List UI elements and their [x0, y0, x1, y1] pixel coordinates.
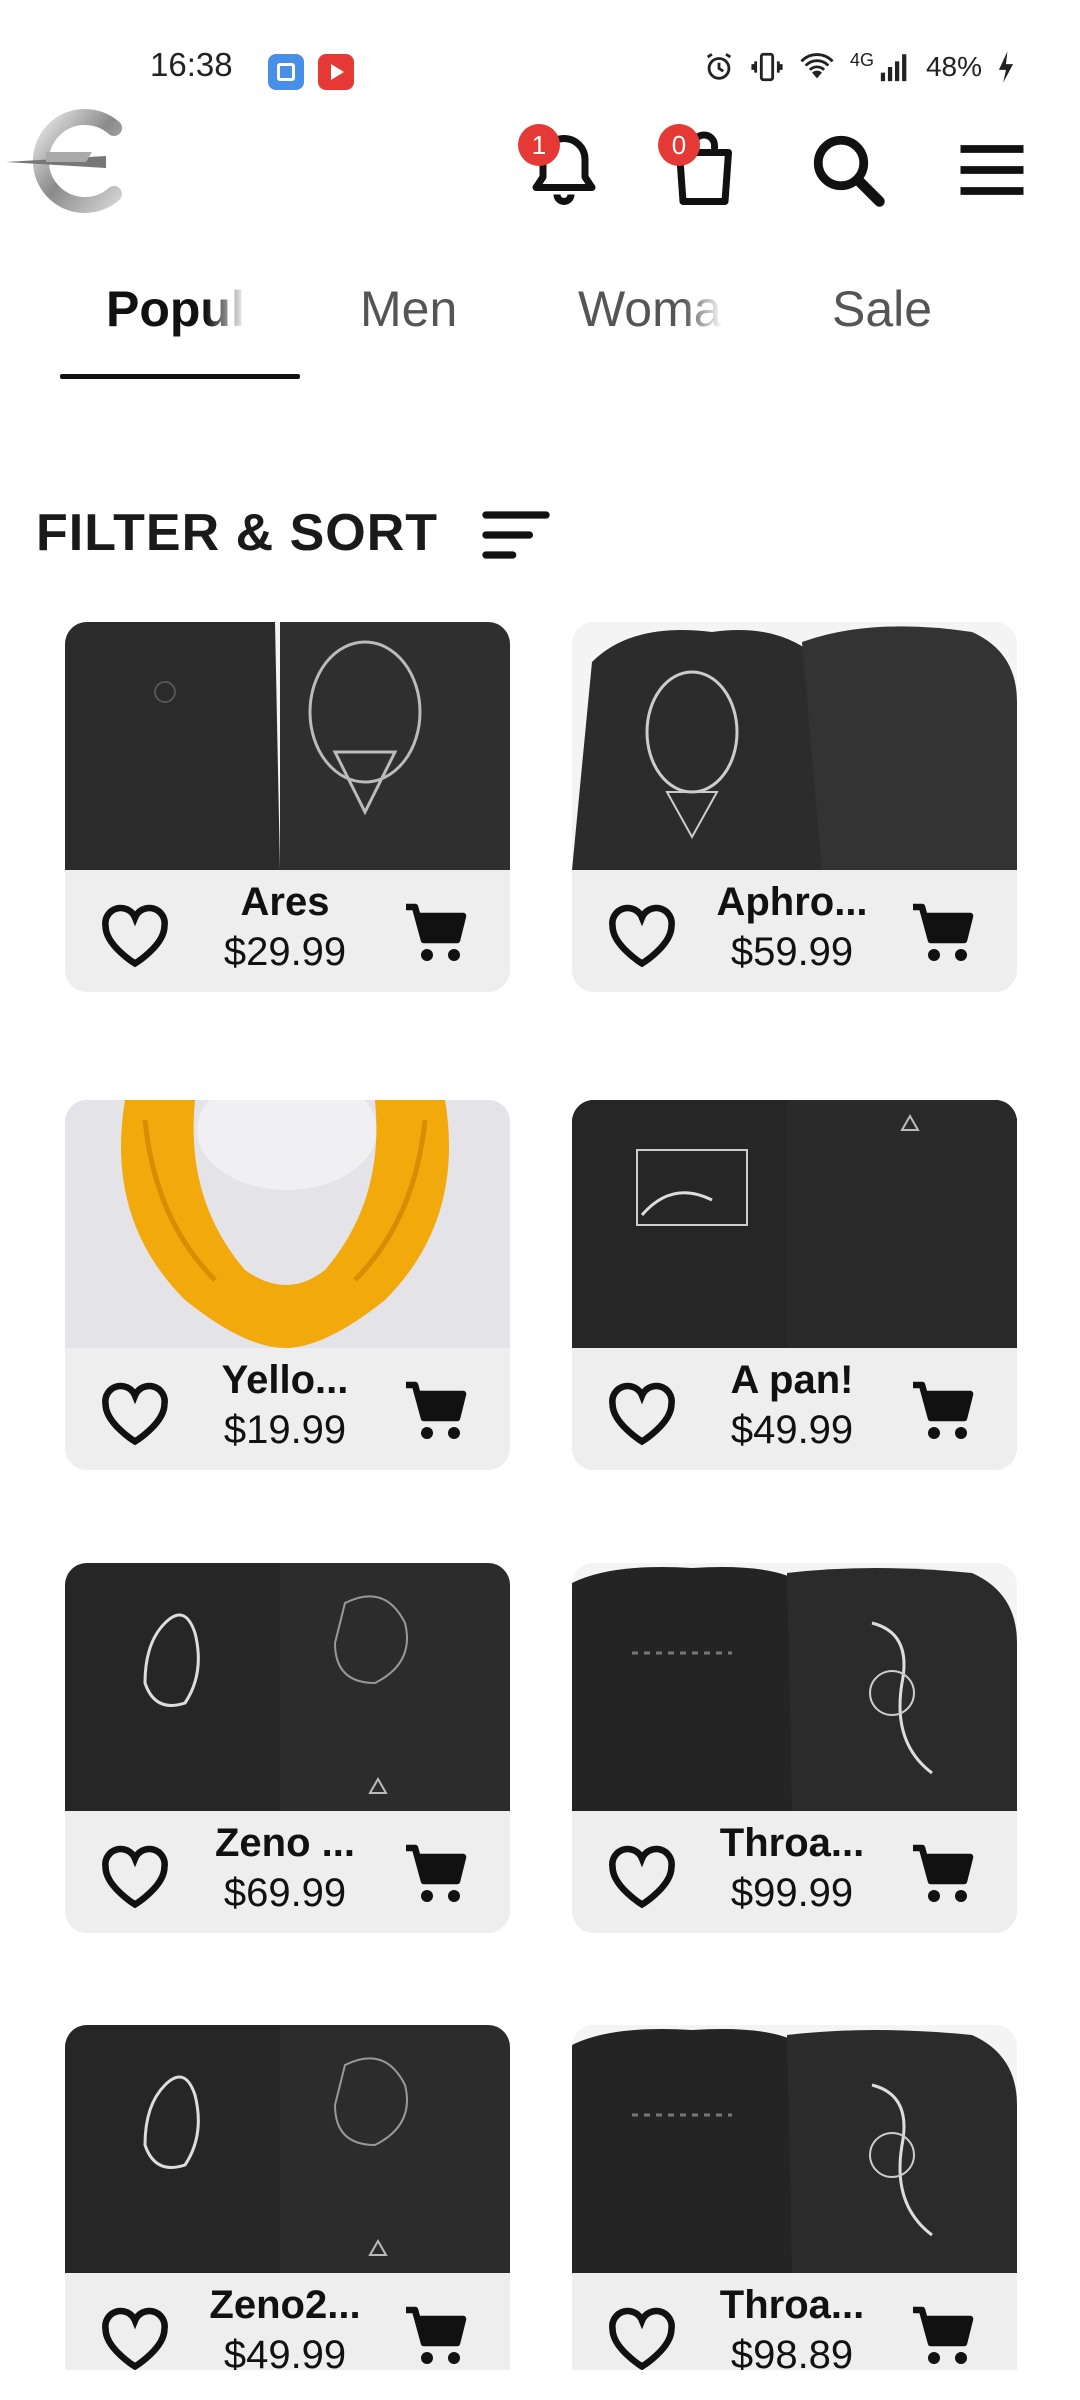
- product-name: Zeno2...: [209, 2283, 361, 2327]
- product-price: $69.99: [223, 1871, 347, 1915]
- product-card[interactable]: Throa... $99.99: [572, 1563, 1017, 1933]
- product-price: $19.99: [223, 1408, 347, 1452]
- product-info-bar: Ares $29.99: [65, 870, 510, 992]
- product-info-bar: Aphro... $59.99: [572, 870, 1017, 992]
- product-name: Ares: [240, 880, 330, 924]
- heart-icon[interactable]: [602, 1376, 682, 1448]
- product-grid: Ares $29.99 Aphro... $59.99 Yello... $19…: [0, 0, 1080, 2400]
- heart-icon[interactable]: [95, 1376, 175, 1448]
- product-image: [572, 1100, 1017, 1348]
- add-to-cart-icon[interactable]: [400, 898, 472, 970]
- product-card[interactable]: Zeno2... $49.99: [65, 2025, 510, 2395]
- product-info-bar: A pan! $49.99: [572, 1348, 1017, 1470]
- product-image: [65, 2025, 510, 2273]
- product-name: Aphro...: [716, 880, 868, 924]
- product-card[interactable]: Aphro... $59.99: [572, 622, 1017, 992]
- product-info-bar: Yello... $19.99: [65, 1348, 510, 1470]
- heart-icon[interactable]: [602, 1839, 682, 1911]
- product-name: Throa...: [719, 1821, 865, 1865]
- add-to-cart-icon[interactable]: [400, 2301, 472, 2373]
- product-price: $99.99: [730, 1871, 854, 1915]
- product-name: Zeno ...: [215, 1821, 355, 1865]
- product-card[interactable]: Ares $29.99: [65, 622, 510, 992]
- add-to-cart-icon[interactable]: [907, 898, 979, 970]
- add-to-cart-icon[interactable]: [907, 1376, 979, 1448]
- add-to-cart-icon[interactable]: [907, 1839, 979, 1911]
- product-image: [572, 622, 1017, 870]
- product-card[interactable]: A pan! $49.99: [572, 1100, 1017, 1470]
- heart-icon[interactable]: [95, 1839, 175, 1911]
- product-price: $29.99: [223, 930, 347, 974]
- product-image: [65, 622, 510, 870]
- list-bottom-edge: [0, 2370, 1080, 2400]
- product-image: [65, 1563, 510, 1811]
- heart-icon[interactable]: [95, 2301, 175, 2373]
- heart-icon[interactable]: [95, 898, 175, 970]
- product-price: $59.99: [730, 930, 854, 974]
- product-image: [65, 1100, 510, 1348]
- product-card[interactable]: Yello... $19.99: [65, 1100, 510, 1470]
- product-image: [572, 1563, 1017, 1811]
- heart-icon[interactable]: [602, 898, 682, 970]
- add-to-cart-icon[interactable]: [907, 2301, 979, 2373]
- product-card[interactable]: Zeno ... $69.99: [65, 1563, 510, 1933]
- product-name: Throa...: [719, 2283, 865, 2327]
- product-image: [572, 2025, 1017, 2273]
- heart-icon[interactable]: [602, 2301, 682, 2373]
- add-to-cart-icon[interactable]: [400, 1376, 472, 1448]
- product-name: Yello...: [221, 1358, 349, 1402]
- add-to-cart-icon[interactable]: [400, 1839, 472, 1911]
- product-info-bar: Throa... $99.99: [572, 1811, 1017, 1933]
- product-price: $49.99: [730, 1408, 854, 1452]
- product-name: A pan!: [730, 1358, 854, 1402]
- product-info-bar: Zeno ... $69.99: [65, 1811, 510, 1933]
- product-card[interactable]: Throa... $98.89: [572, 2025, 1017, 2395]
